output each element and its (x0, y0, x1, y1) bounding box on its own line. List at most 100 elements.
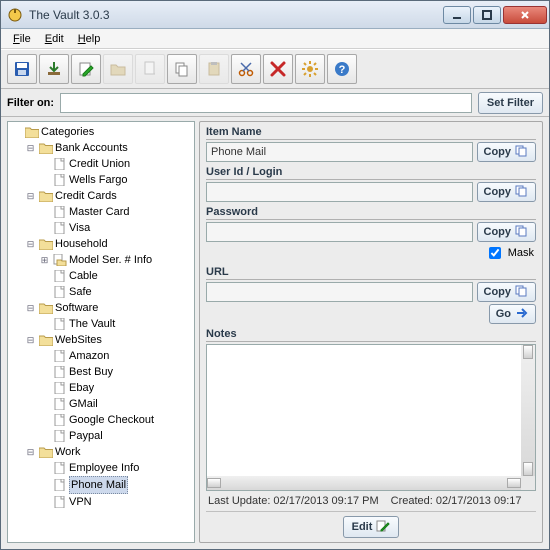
notes-field (206, 344, 536, 491)
tree-category[interactable]: ⊟Household (24, 236, 110, 252)
tree-category[interactable]: ⊟Software (24, 300, 100, 316)
password-label: Password (206, 206, 536, 220)
toolbar: ? (1, 49, 549, 89)
password-field (206, 222, 473, 242)
mask-checkbox[interactable] (489, 247, 501, 259)
svg-text:?: ? (339, 64, 346, 76)
url-field (206, 282, 473, 302)
filter-input[interactable] (60, 93, 472, 113)
menu-help[interactable]: Help (72, 31, 107, 47)
minimize-button[interactable] (443, 6, 471, 24)
tree-item[interactable]: ·GMail (38, 396, 100, 412)
tree-category[interactable]: ⊟WebSites (24, 332, 104, 348)
tree-item[interactable]: ·Best Buy (38, 364, 115, 380)
save-button[interactable] (7, 54, 37, 84)
pencil-icon (376, 520, 390, 535)
tree-item[interactable]: ·Phone Mail (38, 476, 130, 494)
expand-toggle[interactable]: ⊟ (26, 240, 35, 249)
tree-item[interactable]: ·Wells Fargo (38, 172, 129, 188)
help-button[interactable]: ? (327, 54, 357, 84)
userid-field (206, 182, 473, 202)
last-update-text: Last Update: 02/17/2013 09:17 PM (208, 495, 379, 507)
expand-toggle[interactable]: ⊟ (26, 448, 35, 457)
folder-icon (39, 238, 53, 250)
page-icon (53, 206, 67, 218)
folder-icon (39, 446, 53, 458)
page-icon (53, 158, 67, 170)
tree-item[interactable]: ·Paypal (38, 428, 105, 444)
folder-icon (39, 142, 53, 154)
edit-button[interactable]: Edit (343, 516, 400, 538)
menu-file[interactable]: File (7, 31, 37, 47)
edit-button[interactable] (71, 54, 101, 84)
folder-icon (39, 302, 53, 314)
tree-item[interactable]: ·VPN (38, 494, 94, 510)
tree-item[interactable]: ·Ebay (38, 380, 96, 396)
set-filter-button[interactable]: Set Filter (478, 92, 543, 114)
page-icon (53, 496, 67, 508)
folder-icon (39, 334, 53, 346)
mask-label: Mask (508, 247, 534, 259)
tree-category[interactable]: ⊟Credit Cards (24, 188, 119, 204)
detail-pane: Item Name Copy User Id / Login Copy Pass… (199, 121, 543, 543)
menu-edit[interactable]: Edit (39, 31, 70, 47)
folder-icon (53, 254, 67, 266)
copy-button[interactable] (167, 54, 197, 84)
delete-button[interactable] (263, 54, 293, 84)
copy-icon (515, 145, 529, 160)
expand-toggle[interactable]: ⊟ (26, 304, 35, 313)
tree-root[interactable]: • Categories (10, 124, 96, 140)
scrollbar-vertical[interactable] (521, 345, 535, 476)
tree-item[interactable]: ·Credit Union (38, 156, 132, 172)
tree-item[interactable]: ·Visa (38, 220, 92, 236)
tree-item[interactable]: ·The Vault (38, 316, 117, 332)
password-copy-button[interactable]: Copy (477, 222, 537, 242)
filter-bar: Filter on: Set Filter (1, 89, 549, 117)
expand-toggle[interactable]: ⊟ (26, 192, 35, 201)
copy-icon (515, 225, 529, 240)
tree-item[interactable]: ·Amazon (38, 348, 111, 364)
url-copy-button[interactable]: Copy (477, 282, 537, 302)
expand-toggle[interactable]: ⊞ (40, 256, 49, 265)
titlebar: The Vault 3.0.3 (1, 1, 549, 29)
new-folder-button (103, 54, 133, 84)
tree-category[interactable]: ⊟Work (24, 444, 82, 460)
page-icon (53, 222, 67, 234)
close-button[interactable] (503, 6, 547, 24)
tree-item[interactable]: ·Safe (38, 284, 94, 300)
tree-item[interactable]: ·Google Checkout (38, 412, 156, 428)
tree-item[interactable]: ·Cable (38, 268, 100, 284)
expand-toggle[interactable]: ⊟ (26, 336, 35, 345)
url-go-button[interactable]: Go (489, 304, 536, 324)
userid-copy-button[interactable]: Copy (477, 182, 537, 202)
paste-button (199, 54, 229, 84)
maximize-button[interactable] (473, 6, 501, 24)
page-icon (53, 270, 67, 282)
page-icon (53, 479, 67, 491)
expand-toggle[interactable]: ⊟ (26, 144, 35, 153)
page-icon (53, 430, 67, 442)
item-name-label: Item Name (206, 126, 536, 140)
userid-label: User Id / Login (206, 166, 536, 180)
menubar: File Edit Help (1, 29, 549, 49)
import-button[interactable] (39, 54, 69, 84)
settings-button[interactable] (295, 54, 325, 84)
page-icon (53, 366, 67, 378)
page-icon (53, 414, 67, 426)
copy-icon (515, 185, 529, 200)
page-icon (53, 462, 67, 474)
folder-icon (39, 190, 53, 202)
folder-icon (25, 126, 39, 138)
tree-item[interactable]: ⊞Model Ser. # Info (38, 252, 154, 268)
tree-category[interactable]: ⊟Bank Accounts (24, 140, 130, 156)
scrollbar-horizontal[interactable] (207, 476, 521, 490)
tree-item[interactable]: ·Master Card (38, 204, 132, 220)
new-item-button (135, 54, 165, 84)
copy-icon (515, 285, 529, 300)
tree-item[interactable]: ·Employee Info (38, 460, 141, 476)
notes-label: Notes (206, 328, 536, 342)
cut-button[interactable] (231, 54, 261, 84)
item-name-copy-button[interactable]: Copy (477, 142, 537, 162)
category-tree[interactable]: • Categories ⊟Bank Accounts·Credit Union… (7, 121, 195, 543)
page-icon (53, 382, 67, 394)
